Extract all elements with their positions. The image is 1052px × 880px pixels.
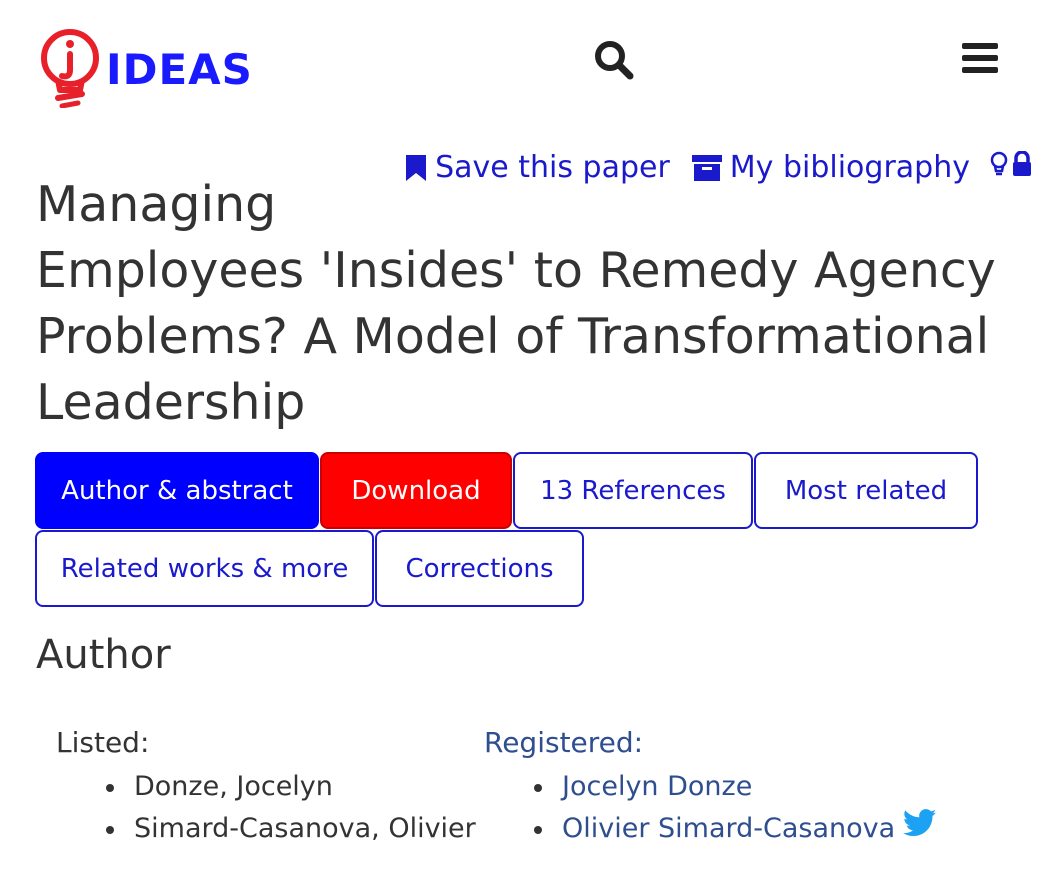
tab-references[interactable]: 13 References (513, 452, 753, 529)
list-item: Jocelyn Donze (532, 766, 937, 808)
site-header: IDEAS (0, 0, 1052, 120)
list-item: Olivier Simard-Casanova (532, 808, 937, 850)
paper-title-line-2: Employees 'Insides' to Remedy Agency (36, 242, 996, 299)
tab-download[interactable]: Download (320, 452, 512, 529)
hamburger-menu-icon (962, 43, 998, 73)
author-heading: Author (36, 632, 171, 678)
menu-button[interactable] (960, 40, 1000, 76)
tab-author-abstract[interactable]: Author & abstract (35, 452, 319, 529)
registered-label: Registered: (484, 726, 644, 759)
registered-author-link[interactable]: Olivier Simard-Casanova (562, 808, 895, 850)
tab-most-related[interactable]: Most related (754, 452, 978, 529)
tab-related-works[interactable]: Related works & more (35, 530, 374, 607)
lightbulb-icon (41, 29, 99, 108)
listed-author-name: Donze, Jocelyn (134, 771, 333, 802)
list-item: Simard-Casanova, Olivier (104, 808, 476, 850)
paper-title: Managing Employees 'Insides' to Remedy A… (36, 172, 1026, 436)
ideas-logo[interactable]: IDEAS (38, 28, 253, 108)
listed-author-name: Simard-Casanova, Olivier (134, 813, 476, 844)
paper-title-line-4: Leadership (36, 374, 306, 431)
search-icon (595, 41, 634, 80)
paper-title-line-3: Problems? A Model of Transformational (36, 308, 990, 365)
listed-label: Listed: (56, 726, 150, 759)
paper-title-line-1: Managing (36, 176, 277, 233)
search-button[interactable] (592, 38, 636, 82)
tab-corrections[interactable]: Corrections (375, 530, 584, 607)
twitter-link[interactable] (903, 808, 937, 850)
registered-authors: Jocelyn Donze Olivier Simard-Casanova (532, 766, 937, 850)
list-item: Donze, Jocelyn (104, 766, 476, 808)
twitter-icon (903, 809, 937, 837)
listed-authors: Donze, Jocelyn Simard-Casanova, Olivier (104, 766, 476, 850)
logo-text: IDEAS (106, 44, 253, 94)
registered-author-link[interactable]: Jocelyn Donze (562, 766, 752, 808)
